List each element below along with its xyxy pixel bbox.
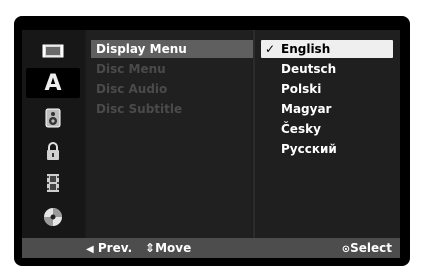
move-hint: ⇕Move xyxy=(145,238,191,258)
option-english[interactable]: ✓ English xyxy=(261,40,393,58)
language-options: ✓ English Deutsch Polski Magyar Česky Рус… xyxy=(255,30,400,238)
option-label: Deutsch xyxy=(281,62,337,76)
left-arrow-icon: ◀ xyxy=(86,244,94,255)
option-label: Česky xyxy=(281,122,321,136)
enter-button-icon: ⊙ xyxy=(341,244,351,255)
footer-bar: ◀ Prev. ⇕Move ⊙Select xyxy=(22,238,400,258)
sidebar: A xyxy=(22,30,85,238)
option-russian[interactable]: Русский xyxy=(261,140,393,158)
menu-item-display-menu[interactable]: Display Menu xyxy=(91,40,254,58)
padlock-icon xyxy=(45,141,61,161)
sidebar-item-audio[interactable] xyxy=(26,103,80,133)
move-label: Move xyxy=(155,241,192,255)
sidebar-item-language[interactable]: A xyxy=(26,68,80,98)
checkmark-icon: ✓ xyxy=(264,42,276,56)
film-strip-icon xyxy=(46,173,60,193)
osd-screen: A Display Menu Disc Menu Disc Audio Disc… xyxy=(14,16,410,266)
option-label: Magyar xyxy=(281,102,332,116)
option-magyar[interactable]: Magyar xyxy=(261,100,393,118)
sidebar-item-lock[interactable] xyxy=(26,136,80,166)
menu-item-disc-audio[interactable]: Disc Audio xyxy=(91,80,254,98)
letter-a-icon: A xyxy=(44,70,62,96)
option-cesky[interactable]: Česky xyxy=(261,120,393,138)
menu-item-disc-menu[interactable]: Disc Menu xyxy=(91,60,254,78)
prev-hint[interactable]: ◀ Prev. xyxy=(86,238,132,260)
select-label: Select xyxy=(350,241,392,255)
option-label: Polski xyxy=(281,82,322,96)
menu-item-disc-subtitle[interactable]: Disc Subtitle xyxy=(91,100,254,118)
prev-label: Prev. xyxy=(97,241,133,255)
select-hint[interactable]: ⊙Select xyxy=(342,238,392,260)
sidebar-item-recording[interactable] xyxy=(26,168,80,198)
up-down-arrows-icon: ⇕ xyxy=(145,241,156,255)
sidebar-item-general[interactable] xyxy=(26,36,80,66)
film-frame-icon xyxy=(42,43,64,59)
option-polski[interactable]: Polski xyxy=(261,80,393,98)
setup-panel: A Display Menu Disc Menu Disc Audio Disc… xyxy=(22,30,400,258)
sidebar-item-disc[interactable] xyxy=(26,202,80,232)
disc-icon xyxy=(43,207,63,227)
option-label: Русский xyxy=(281,142,337,156)
option-deutsch[interactable]: Deutsch xyxy=(261,60,393,78)
speaker-icon xyxy=(45,108,61,128)
option-label: English xyxy=(281,42,331,56)
language-menu: Display Menu Disc Menu Disc Audio Disc S… xyxy=(87,30,254,238)
